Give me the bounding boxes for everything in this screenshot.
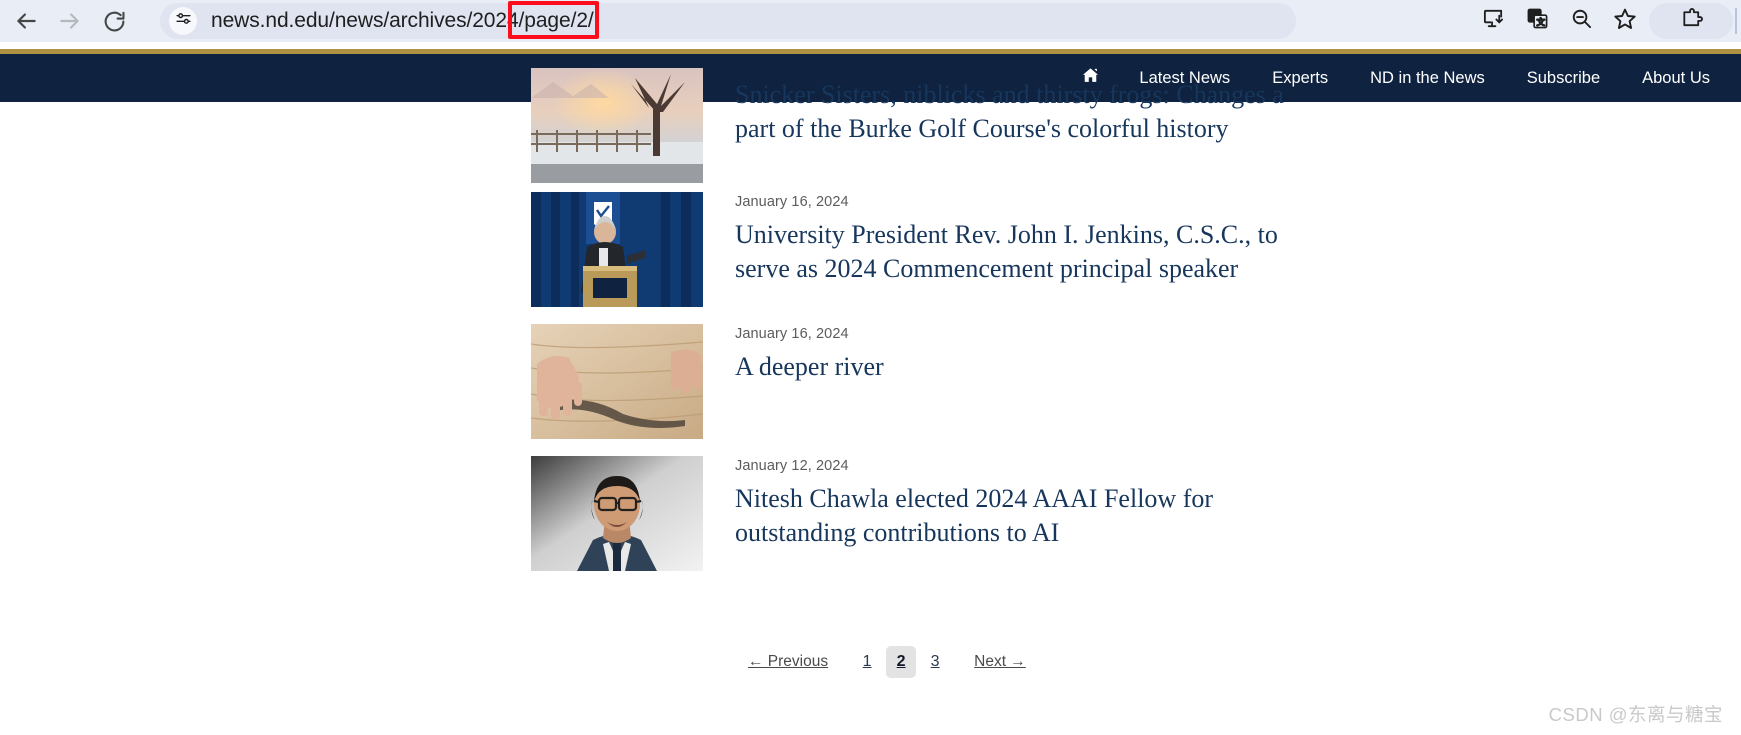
article-date: January 16, 2024 <box>735 326 849 342</box>
article-thumbnail[interactable] <box>531 324 703 439</box>
page-number-2-current[interactable]: 2 <box>886 646 917 678</box>
article-thumbnail[interactable] <box>531 456 703 571</box>
site-settings-button[interactable] <box>169 7 197 35</box>
reload-button[interactable] <box>92 0 136 42</box>
forward-button[interactable] <box>48 0 92 42</box>
svg-text:文: 文 <box>1536 16 1545 27</box>
list-item[interactable]: January 16, 2024 University President Re… <box>531 192 1295 307</box>
nav-nd-in-the-news[interactable]: ND in the News <box>1349 69 1506 88</box>
pagination: ← Previous 1 2 3 Next → <box>748 645 1026 679</box>
article-title[interactable]: Snicker Sisters, niblicks and thirsty fr… <box>735 78 1295 147</box>
translate-icon: G 文 <box>1526 7 1549 35</box>
extensions-puzzle-icon <box>1680 7 1703 35</box>
address-bar[interactable]: news.nd.edu/news/archives/2024/page/2/ <box>160 3 1296 39</box>
nav-about-us[interactable]: About Us <box>1621 69 1731 88</box>
list-item[interactable]: January 16, 2024 A deeper river <box>531 324 884 439</box>
article-text: January 16, 2024 University President Re… <box>735 192 1295 287</box>
zoom-out-button[interactable] <box>1559 0 1603 42</box>
hands-on-wood-table-photo <box>531 324 703 439</box>
article-title[interactable]: A deeper river <box>735 350 884 384</box>
article-thumbnail[interactable] <box>531 68 703 183</box>
translate-button[interactable]: G 文 <box>1515 0 1559 42</box>
reload-icon <box>102 9 127 34</box>
zoom-out-icon <box>1570 7 1593 35</box>
article-text: January 16, 2024 A deeper river <box>735 324 884 384</box>
arrow-right-icon <box>57 8 83 34</box>
tune-sliders-icon <box>175 10 192 32</box>
article-thumbnail[interactable] <box>531 192 703 307</box>
install-app-icon <box>1482 7 1505 35</box>
install-app-button[interactable] <box>1471 0 1515 42</box>
list-item[interactable]: January 12, 2024 Nitesh Chawla elected 2… <box>531 456 1295 571</box>
article-text: Snicker Sisters, niblicks and thirsty fr… <box>735 68 1295 147</box>
article-title[interactable]: Nitesh Chawla elected 2024 AAAI Fellow f… <box>735 482 1295 551</box>
watermark: CSDN @东离与糖宝 <box>1548 704 1723 725</box>
portrait-man-glasses-photo <box>531 456 703 571</box>
page-number-1[interactable]: 1 <box>852 646 882 678</box>
article-date: January 12, 2024 <box>735 458 849 474</box>
nav-subscribe[interactable]: Subscribe <box>1506 69 1621 88</box>
bookmark-star-icon <box>1613 7 1637 36</box>
page-number-3[interactable]: 3 <box>920 646 950 678</box>
article-date: January 16, 2024 <box>735 194 849 210</box>
browser-toolbar-right: G 文 <box>1471 0 1741 42</box>
list-item[interactable]: Snicker Sisters, niblicks and thirsty fr… <box>531 68 1295 183</box>
extensions-button[interactable] <box>1649 3 1733 39</box>
browser-toolbar: news.nd.edu/news/archives/2024/page/2/ 文 <box>0 0 1741 42</box>
url-text: news.nd.edu/news/archives/2024/page/2/ <box>211 9 594 32</box>
article-text: January 12, 2024 Nitesh Chawla elected 2… <box>735 456 1295 551</box>
back-button[interactable] <box>4 0 48 42</box>
previous-page-link[interactable]: ← Previous <box>748 653 828 671</box>
arrow-left-icon <box>13 8 39 34</box>
next-page-link[interactable]: Next → <box>974 653 1026 671</box>
article-title[interactable]: University President Rev. John I. Jenkin… <box>735 218 1295 287</box>
president-at-podium-photo <box>531 192 703 307</box>
toolbar-divider <box>1735 8 1737 34</box>
winter-fence-sunrise-photo <box>531 68 703 183</box>
article-list: Snicker Sisters, niblicks and thirsty fr… <box>0 68 1741 735</box>
bookmark-button[interactable] <box>1603 0 1647 42</box>
